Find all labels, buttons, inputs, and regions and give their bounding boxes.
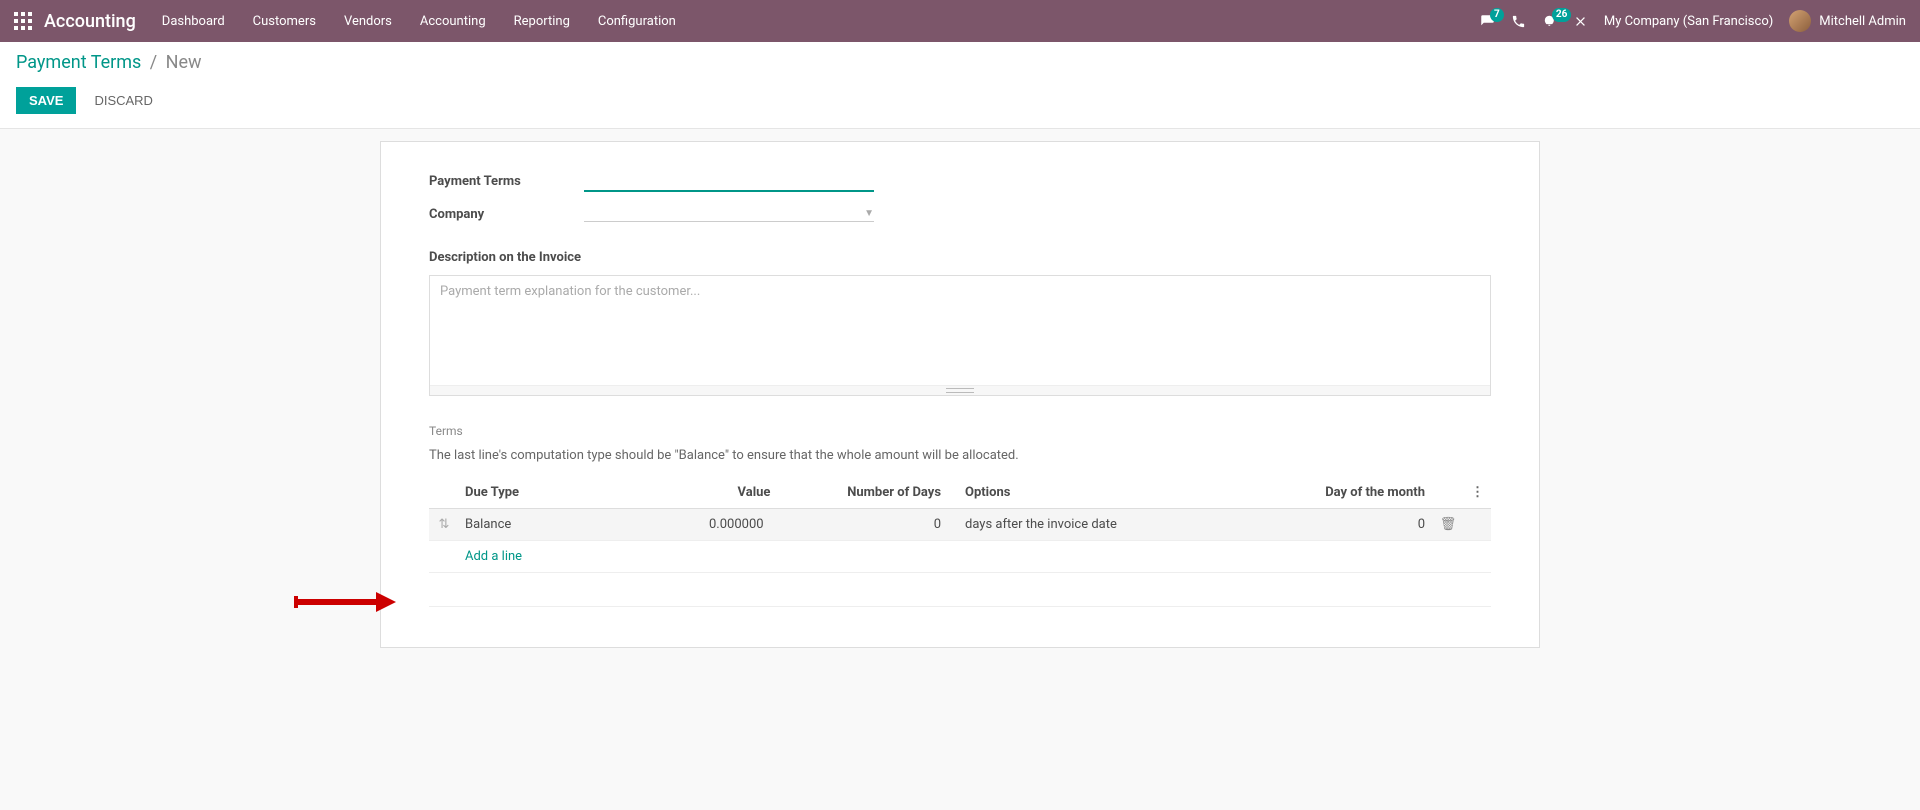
save-button[interactable]: Save <box>16 87 76 114</box>
breadcrumb-root[interactable]: Payment Terms <box>16 52 141 73</box>
company-label: Company <box>429 207 584 222</box>
th-options: Options <box>959 477 1291 509</box>
th-day-of-month: Day of the month <box>1291 477 1431 509</box>
avatar <box>1789 10 1811 32</box>
terms-table: Due Type Value Number of Days Options Da… <box>429 477 1491 607</box>
user-name: Mitchell Admin <box>1819 14 1906 29</box>
apps-icon[interactable] <box>14 12 32 30</box>
resize-handle[interactable] <box>430 385 1490 395</box>
form-sheet: Payment Terms Company ▼ Description on t… <box>380 141 1540 648</box>
cell-due-type[interactable]: Balance <box>459 509 679 541</box>
cell-day-of-month[interactable]: 0 <box>1291 509 1431 541</box>
drag-handle-icon[interactable]: ⇅ <box>439 517 450 532</box>
table-row[interactable]: ⇅ Balance 0.000000 0 days after the invo… <box>429 509 1491 541</box>
description-textarea[interactable] <box>430 276 1490 381</box>
activities-icon[interactable]: 26 <box>1542 14 1557 29</box>
terms-section-title: Terms <box>429 424 1491 438</box>
breadcrumb: Payment Terms / New <box>16 52 1904 73</box>
breadcrumb-current: New <box>166 52 202 73</box>
menu-reporting[interactable]: Reporting <box>514 14 570 29</box>
app-brand[interactable]: Accounting <box>44 11 136 32</box>
discuss-badge: 7 <box>1490 8 1504 22</box>
th-optional-fields[interactable]: ⋮ <box>1465 477 1491 509</box>
control-panel: Payment Terms / New Save Discard <box>0 42 1920 129</box>
top-navbar: Accounting Dashboard Customers Vendors A… <box>0 0 1920 42</box>
th-due-type: Due Type <box>459 477 679 509</box>
chevron-down-icon: ▼ <box>864 208 874 219</box>
menu-accounting[interactable]: Accounting <box>420 14 486 29</box>
discard-button[interactable]: Discard <box>86 88 161 113</box>
add-line-row: Add a line <box>429 541 1491 573</box>
menu-dashboard[interactable]: Dashboard <box>162 14 225 29</box>
menu-customers[interactable]: Customers <box>253 14 316 29</box>
terms-hint: The last line's computation type should … <box>429 448 1491 463</box>
cell-number-of-days[interactable]: 0 <box>829 509 959 541</box>
add-line-link[interactable]: Add a line <box>465 549 522 564</box>
menu-vendors[interactable]: Vendors <box>344 14 392 29</box>
cell-options[interactable]: days after the invoice date <box>959 509 1291 541</box>
cell-value[interactable]: 0.000000 <box>679 509 829 541</box>
th-number-of-days: Number of Days <box>829 477 959 509</box>
menu-configuration[interactable]: Configuration <box>598 14 676 29</box>
company-dropdown[interactable]: ▼ <box>584 206 874 222</box>
phone-icon[interactable] <box>1511 14 1526 29</box>
th-value: Value <box>679 477 829 509</box>
user-menu[interactable]: Mitchell Admin <box>1789 10 1906 32</box>
breadcrumb-separator: / <box>150 52 157 73</box>
description-label: Description on the Invoice <box>429 250 1491 265</box>
activities-badge: 26 <box>1552 8 1571 22</box>
discuss-icon[interactable]: 7 <box>1480 14 1495 29</box>
kebab-icon: ⋮ <box>1471 485 1484 500</box>
trash-icon[interactable]: 🗑 <box>1440 517 1457 532</box>
payment-terms-input[interactable] <box>584 170 874 192</box>
annotation-arrow <box>291 587 401 617</box>
close-studio-icon[interactable] <box>1573 14 1588 29</box>
main-menu: Dashboard Customers Vendors Accounting R… <box>162 14 676 29</box>
payment-terms-label: Payment Terms <box>429 174 584 189</box>
company-switcher[interactable]: My Company (San Francisco) <box>1604 14 1773 29</box>
